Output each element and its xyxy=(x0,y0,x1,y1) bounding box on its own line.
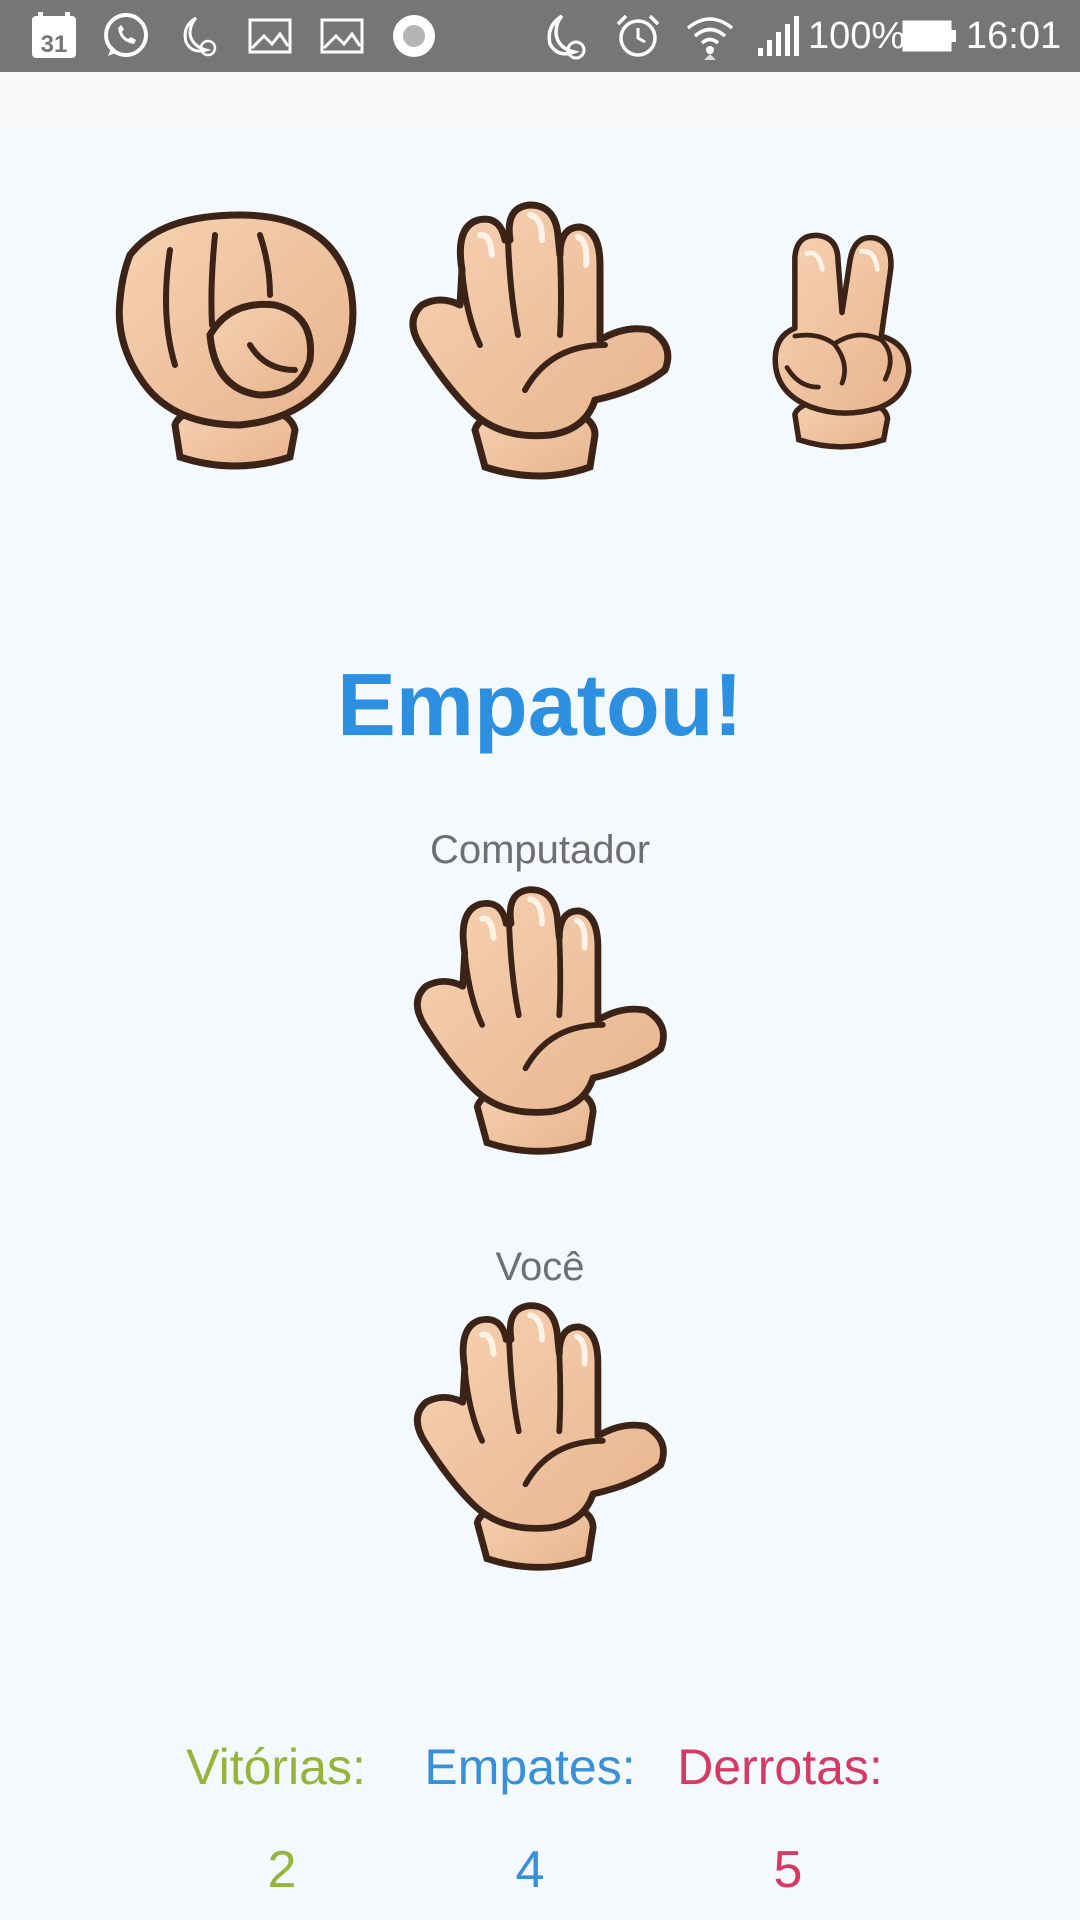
whatsapp-icon xyxy=(100,10,152,62)
open-hand-icon xyxy=(400,1296,680,1576)
open-hand-icon xyxy=(400,880,680,1160)
alarm-icon xyxy=(612,10,664,62)
image-icon xyxy=(316,10,368,62)
wins-value: 2 xyxy=(267,1841,297,1899)
peace-hand-icon xyxy=(732,195,952,485)
computer-choice xyxy=(400,880,680,1160)
battery-percentage: 100% xyxy=(808,15,906,57)
status-bar: 31 100% 16:01 xyxy=(0,0,1080,72)
ties-value: 4 xyxy=(515,1841,545,1899)
wifi-icon xyxy=(684,10,736,62)
result-title: Empatou! xyxy=(337,655,743,754)
record-icon xyxy=(388,10,440,62)
moon-alarm-icon xyxy=(172,10,224,62)
fist-hand-icon xyxy=(100,195,380,485)
player-choice xyxy=(400,1296,680,1576)
image-icon xyxy=(244,10,296,62)
paper-button[interactable] xyxy=(400,195,680,485)
wins-label: Vitórias: xyxy=(186,1739,366,1795)
losses-value: 5 xyxy=(773,1841,803,1899)
calendar-icon: 31 xyxy=(28,10,80,62)
signal-icon xyxy=(752,10,804,62)
clock: 16:01 xyxy=(966,15,1062,57)
app-bar xyxy=(0,72,1080,132)
player-label: Você xyxy=(495,1245,585,1289)
losses-label: Derrotas: xyxy=(677,1739,883,1795)
scissors-button[interactable] xyxy=(732,195,952,485)
battery-icon xyxy=(902,10,958,62)
ties-label: Empates: xyxy=(424,1739,636,1795)
moon-alarm-icon xyxy=(538,10,590,62)
computer-label: Computador xyxy=(429,828,651,872)
rock-button[interactable] xyxy=(100,195,380,485)
open-hand-icon xyxy=(400,195,680,485)
calendar-day: 31 xyxy=(41,31,68,58)
